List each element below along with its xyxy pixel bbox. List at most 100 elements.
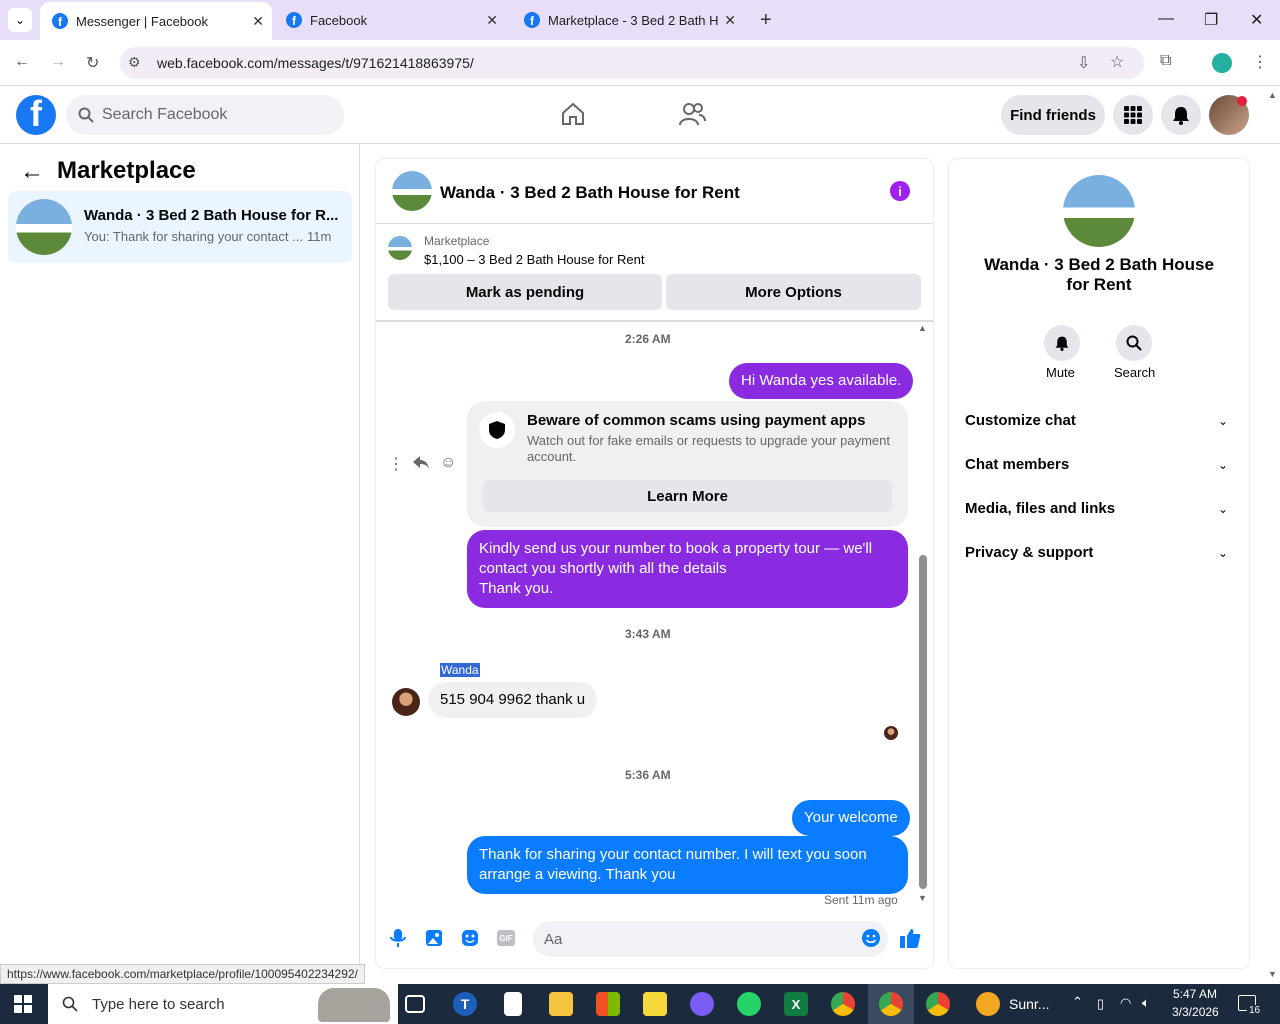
chevron-down-icon[interactable]: ⌄ — [1218, 546, 1228, 560]
back-icon[interactable]: ← — [14, 53, 30, 71]
page-scroll-down-icon[interactable]: ▼ — [1268, 969, 1277, 979]
search-in-chat-icon[interactable] — [1116, 325, 1152, 361]
page-scroll-up-icon[interactable]: ▲ — [1268, 90, 1277, 100]
message-more-icon[interactable]: ⋮ — [388, 454, 404, 474]
excel-icon[interactable]: X — [784, 992, 808, 1016]
facebook-icon: f — [286, 12, 302, 28]
facebook-icon: f — [52, 13, 68, 29]
friends-icon[interactable] — [678, 101, 706, 132]
details-avatar — [1063, 175, 1135, 247]
sender-name: Wanda — [440, 663, 480, 677]
microphone-icon[interactable] — [389, 928, 407, 953]
image-icon[interactable] — [425, 929, 443, 952]
close-icon[interactable]: ✕ — [486, 12, 498, 29]
mute-bell-icon[interactable] — [1044, 325, 1080, 361]
chat-header-title[interactable]: Wanda · 3 Bed 2 Bath House for Rent — [440, 183, 740, 203]
facebook-logo-icon[interactable]: f — [16, 95, 56, 135]
vpn-icon[interactable] — [690, 992, 714, 1016]
store-icon[interactable] — [596, 992, 620, 1016]
home-icon[interactable] — [560, 101, 586, 132]
extensions-icon[interactable]: ⧉ — [1160, 52, 1171, 70]
url-text[interactable]: web.facebook.com/messages/t/971621418863… — [157, 55, 474, 71]
listing-divider — [376, 320, 933, 322]
back-arrow-icon[interactable]: ← — [20, 158, 44, 186]
thumbs-up-icon[interactable] — [899, 927, 921, 954]
volume-icon[interactable]: 🔈︎ — [1142, 995, 1150, 1011]
minimize-button[interactable]: — — [1158, 10, 1174, 28]
clock-time[interactable]: 5:47 AM — [1173, 987, 1217, 1001]
more-options-button[interactable]: More Options — [666, 274, 921, 310]
chrome-icon[interactable] — [831, 992, 855, 1016]
tab-messenger[interactable]: f Messenger | Facebook ✕ — [40, 2, 272, 40]
info-icon[interactable]: i — [890, 181, 910, 201]
message-bubble-received[interactable]: 515 904 9962 thank u — [428, 682, 598, 718]
emoji-icon[interactable] — [861, 928, 881, 953]
chat-header-avatar — [392, 171, 432, 211]
chrome-icon[interactable] — [879, 992, 903, 1016]
listing-source: Marketplace — [424, 234, 490, 248]
close-window-button[interactable]: ✕ — [1250, 10, 1263, 30]
new-tab-button[interactable]: + — [760, 9, 772, 32]
chat-scrollbar[interactable] — [919, 555, 927, 889]
wifi-icon[interactable]: ◠ — [1120, 995, 1131, 1011]
clock-date[interactable]: 3/3/2026 — [1172, 1005, 1219, 1019]
weather-text[interactable]: Sunr... — [1009, 996, 1049, 1012]
windows-start-icon[interactable] — [14, 995, 32, 1018]
tab-facebook[interactable]: f Facebook ✕ — [274, 0, 506, 40]
message-input[interactable]: Aa — [533, 921, 888, 957]
tab-search-button[interactable]: ⌄ — [8, 8, 32, 32]
close-icon[interactable]: ✕ — [724, 12, 736, 29]
learn-more-button[interactable]: Learn More — [483, 480, 892, 512]
browser-menu-icon[interactable]: ⋮ — [1252, 52, 1268, 72]
chrome-icon[interactable] — [926, 992, 950, 1016]
customize-chat-item[interactable]: Customize chat — [965, 412, 1076, 429]
status-url: https://www.facebook.com/marketplace/pro… — [0, 964, 365, 984]
scroll-up-icon[interactable]: ▲ — [918, 323, 927, 333]
weather-sun-icon[interactable] — [976, 992, 1000, 1016]
task-view-icon[interactable] — [405, 995, 425, 1013]
message-bubble-sent[interactable]: Thank for sharing your contact number. I… — [467, 836, 908, 894]
tab-marketplace[interactable]: f Marketplace - 3 Bed 2 Bath Hou ✕ — [512, 0, 744, 40]
bookmark-star-icon[interactable]: ☆ — [1110, 52, 1124, 72]
sticker-icon[interactable] — [461, 929, 479, 952]
media-files-links-item[interactable]: Media, files and links — [965, 500, 1115, 517]
notification-dot-icon — [1237, 96, 1247, 106]
whatsapp-icon[interactable] — [737, 992, 761, 1016]
file-icon[interactable] — [504, 992, 522, 1016]
message-bubble-sent[interactable]: Kindly send us your number to book a pro… — [467, 530, 908, 608]
sender-avatar[interactable] — [392, 688, 420, 716]
sticky-notes-icon[interactable] — [643, 992, 667, 1016]
mark-pending-button[interactable]: Mark as pending — [388, 274, 662, 310]
chevron-down-icon[interactable]: ⌄ — [1218, 414, 1228, 428]
notifications-bell-icon[interactable] — [1161, 95, 1201, 135]
forward-icon[interactable]: → — [50, 53, 66, 71]
facebook-search-input[interactable]: Search Facebook — [66, 95, 344, 135]
scroll-down-icon[interactable]: ▼ — [918, 893, 927, 903]
reload-icon[interactable]: ↻ — [86, 53, 99, 73]
chat-members-item[interactable]: Chat members — [965, 456, 1069, 473]
gif-icon[interactable]: GIF — [497, 930, 515, 946]
timestamp: 5:36 AM — [625, 768, 671, 782]
find-friends-button[interactable]: Find friends — [1001, 95, 1105, 135]
tray-chevron-icon[interactable]: ⌃ — [1072, 994, 1083, 1010]
privacy-support-item[interactable]: Privacy & support — [965, 544, 1093, 561]
message-bubble-sent[interactable]: Your welcome — [792, 800, 910, 836]
tray-device-icon[interactable]: ▯ — [1097, 996, 1104, 1012]
restore-button[interactable]: ❐ — [1204, 10, 1218, 30]
search-label: Search — [1114, 365, 1156, 380]
listing-title[interactable]: $1,100 – 3 Bed 2 Bath House for Rent — [424, 252, 644, 267]
react-emoji-icon[interactable]: ☺ — [440, 454, 456, 472]
menu-grid-icon[interactable] — [1113, 95, 1153, 135]
message-bubble-sent[interactable]: Hi Wanda yes available. — [729, 363, 914, 399]
reply-icon[interactable] — [412, 453, 430, 476]
profile-avatar-icon[interactable] — [1212, 53, 1232, 73]
close-icon[interactable]: ✕ — [252, 13, 264, 30]
file-explorer-icon[interactable] — [549, 992, 573, 1016]
chevron-down-icon[interactable]: ⌄ — [1218, 458, 1228, 472]
app-t-icon[interactable]: T — [453, 992, 477, 1016]
install-app-icon[interactable]: ⇩ — [1077, 53, 1090, 73]
details-title: Wanda · 3 Bed 2 Bath House for Rent — [984, 255, 1214, 294]
site-settings-icon[interactable]: ⚙ — [128, 54, 141, 71]
timestamp: 2:26 AM — [625, 332, 671, 346]
chevron-down-icon[interactable]: ⌄ — [1218, 502, 1228, 516]
